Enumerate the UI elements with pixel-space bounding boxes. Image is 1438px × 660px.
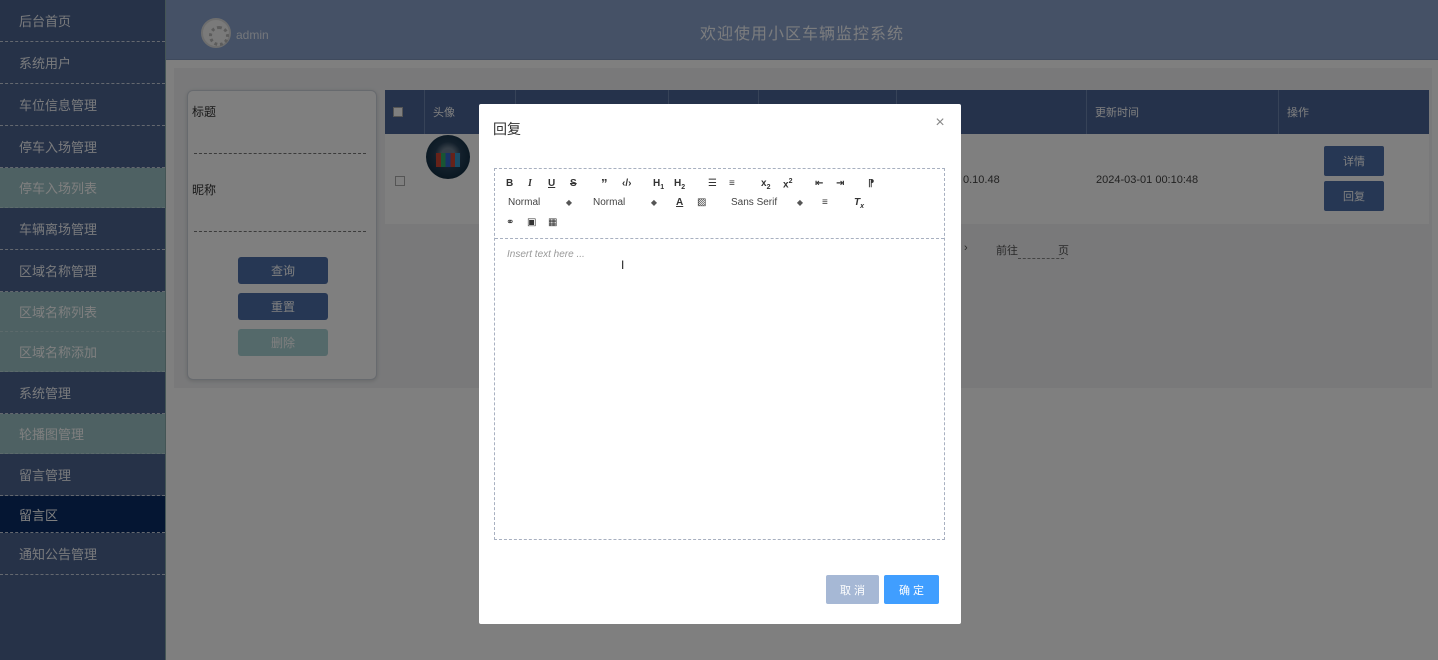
bullet-list-icon[interactable]: ≡ [729,177,735,191]
align-icon[interactable]: ≡ [822,196,828,210]
confirm-button[interactable]: 确 定 [884,575,939,604]
font-select[interactable]: Sans Serif ◆ [731,196,803,210]
select-caret-icon: ◆ [565,198,572,207]
blockquote-icon[interactable]: ” [601,177,608,191]
dialog-title: 回复 [493,121,521,137]
font-select-value: Sans Serif [731,197,778,208]
strike-icon[interactable]: S [570,177,577,191]
code-block-icon[interactable]: ‹/› [622,177,631,191]
italic-icon[interactable]: I [528,177,532,191]
select-caret-icon: ◆ [796,198,803,207]
underline-icon[interactable]: U [548,177,555,191]
header1-icon[interactable]: H1 [653,177,664,191]
clear-format-icon[interactable]: Tx [854,196,864,210]
background-color-icon[interactable]: ▨ [697,196,706,210]
editor-content[interactable]: Insert text here ... [507,249,585,260]
ordered-list-icon[interactable]: ☰ [708,177,717,191]
superscript-icon[interactable]: x2 [783,175,792,190]
editor-toolbar: B I U S ” ‹/› H1 H2 ☰ ≡ x2 x2 ⇤ ⇥ ⁋ Norm… [495,169,944,239]
link-icon[interactable]: ⚭ [506,216,514,230]
image-icon[interactable]: ▣ [527,216,536,230]
bold-icon[interactable]: B [506,177,513,191]
select-caret-icon: ◆ [650,198,657,207]
header-select[interactable]: Normal ◆ [593,196,657,210]
subscript-icon[interactable]: x2 [761,177,770,191]
outdent-icon[interactable]: ⇤ [815,177,823,191]
header2-icon[interactable]: H2 [674,177,685,191]
reply-dialog: 回复 × B I U S ” ‹/› H1 H2 ☰ ≡ x2 x2 ⇤ ⇥ ⁋… [479,104,961,624]
rich-text-editor: B I U S ” ‹/› H1 H2 ☰ ≡ x2 x2 ⇤ ⇥ ⁋ Norm… [494,168,945,540]
header-select-value: Normal [593,197,626,208]
size-select[interactable]: Normal ◆ [508,196,572,210]
indent-icon[interactable]: ⇥ [836,177,844,191]
text-cursor-icon: I [621,258,625,272]
cancel-button[interactable]: 取 消 [826,575,879,604]
text-color-icon[interactable]: A [676,196,683,210]
video-icon[interactable]: ▦ [548,216,557,230]
size-select-value: Normal [508,197,541,208]
rtl-direction-icon[interactable]: ⁋ [868,177,874,191]
close-icon[interactable]: × [933,115,947,131]
